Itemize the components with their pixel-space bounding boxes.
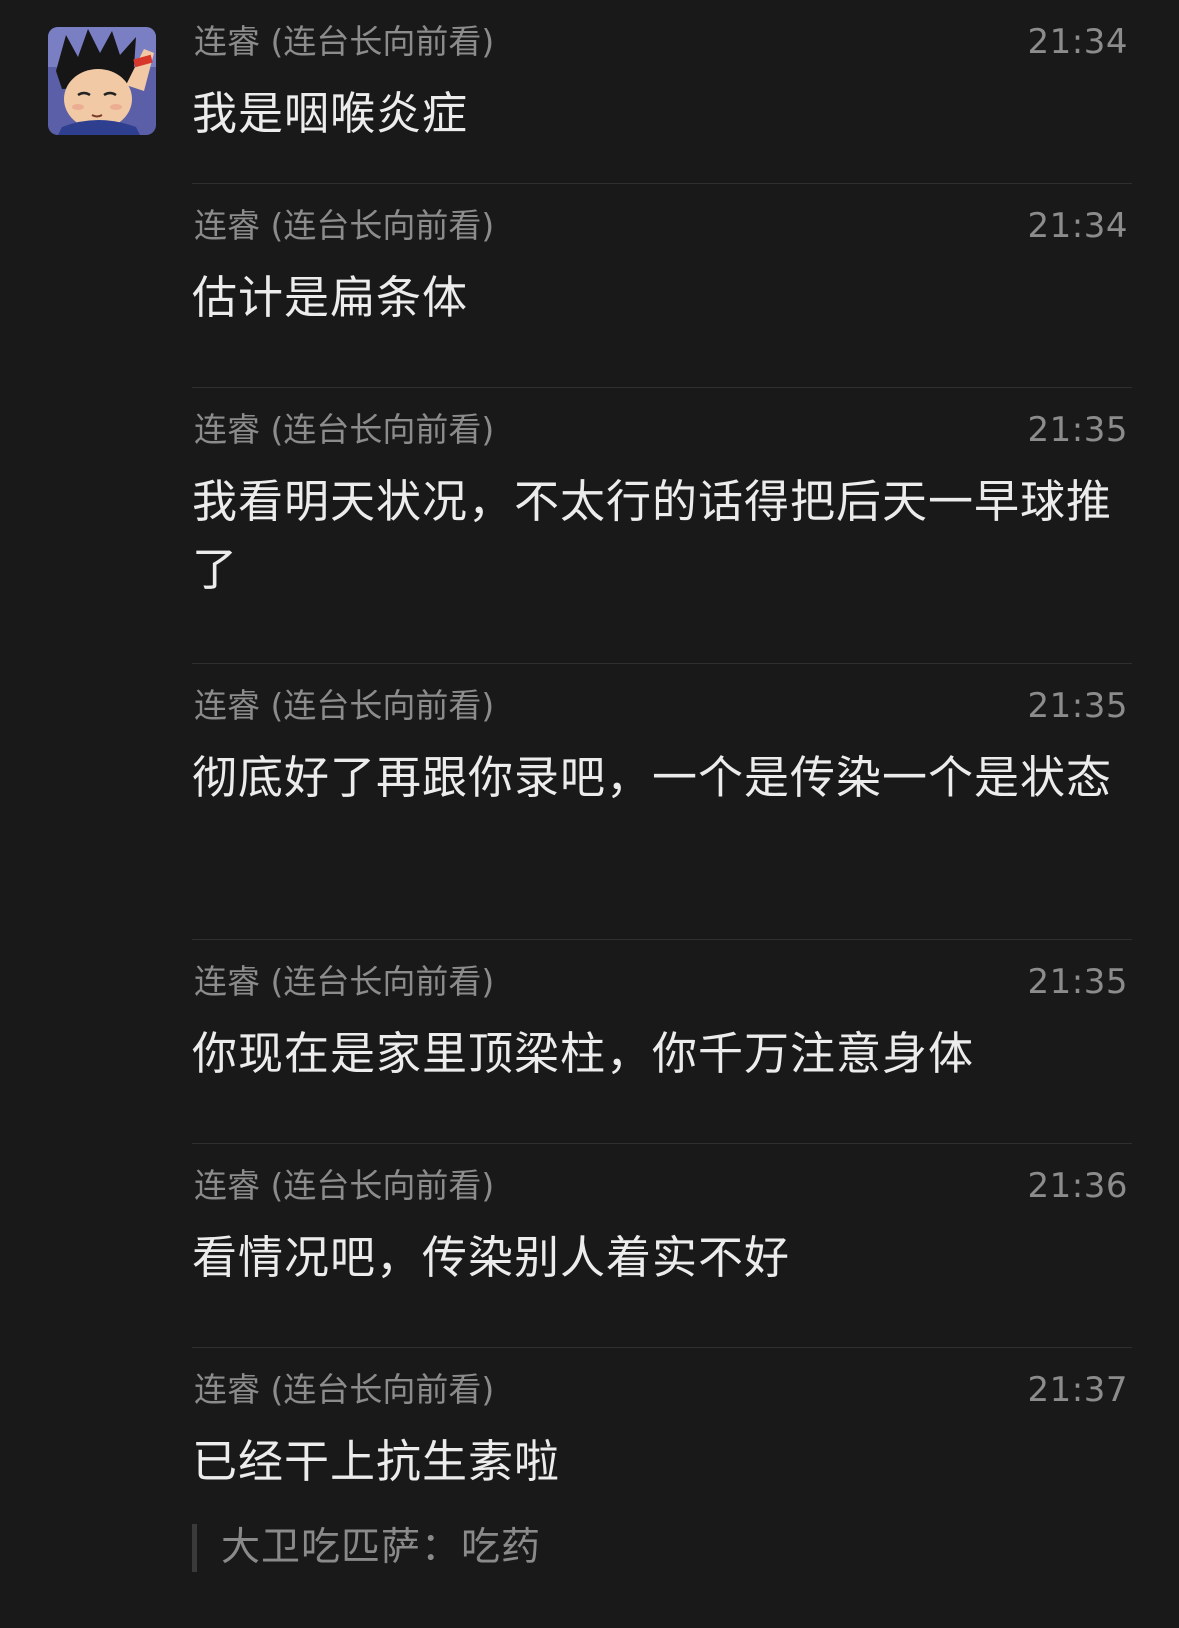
message-sender-name: 连睿 (连台长向前看) (194, 686, 495, 725)
message-timestamp: 21:37 (1027, 1370, 1128, 1410)
message-item[interactable]: 连睿 (连台长向前看) 21:35 你现在是家里顶梁柱，你千万注意身体 (192, 940, 1132, 1144)
message-text: 彻底好了再跟你录吧，一个是传染一个是状态 (192, 751, 1113, 804)
message-text: 你现在是家里顶梁柱，你千万注意身体 (192, 1027, 975, 1080)
message-item[interactable]: 连睿 (连台长向前看) 21:34 估计是扁条体 (192, 184, 1132, 388)
message-sender-name: 连睿 (连台长向前看) (194, 1370, 495, 1409)
message-text: 已经干上抗生素啦 (192, 1435, 561, 1488)
message-timestamp: 21:34 (1027, 206, 1128, 246)
message-timestamp: 21:36 (1027, 1166, 1128, 1206)
message-timestamp: 21:35 (1027, 962, 1128, 1002)
sender-avatar-icon[interactable] (48, 27, 156, 135)
message-sender-name: 连睿 (连台长向前看) (194, 206, 495, 245)
quoted-reply[interactable]: 大卫吃匹萨：吃药 (192, 1524, 541, 1572)
message-sender-name: 连睿 (连台长向前看) (194, 22, 495, 61)
message-item[interactable]: 连睿 (连台长向前看) 21:36 看情况吧，传染别人着实不好 (192, 1144, 1132, 1348)
message-item[interactable]: 连睿 (连台长向前看) 21:35 彻底好了再跟你录吧，一个是传染一个是状态 (192, 664, 1132, 940)
message-sender-name: 连睿 (连台长向前看) (194, 1166, 495, 1205)
message-text: 看情况吧，传染别人着实不好 (192, 1231, 791, 1284)
message-timestamp: 21:35 (1027, 686, 1128, 726)
message-text: 我是咽喉炎症 (192, 87, 469, 140)
message-timestamp: 21:35 (1027, 410, 1128, 450)
message-sender-name: 连睿 (连台长向前看) (194, 962, 495, 1001)
message-timestamp: 21:34 (1027, 22, 1128, 62)
message-list: 连睿 (连台长向前看) 21:34 我是咽喉炎症 连睿 (连台长向前看) 21:… (192, 0, 1132, 1628)
message-item[interactable]: 连睿 (连台长向前看) 21:35 我看明天状况，不太行的话得把后天一早球推了 (192, 388, 1132, 664)
message-text: 我看明天状况，不太行的话得把后天一早球推了 (192, 475, 1113, 596)
message-sender-name: 连睿 (连台长向前看) (194, 410, 495, 449)
message-item[interactable]: 连睿 (连台长向前看) 21:37 已经干上抗生素啦 大卫吃匹萨：吃药 (192, 1348, 1132, 1628)
message-item[interactable]: 连睿 (连台长向前看) 21:34 我是咽喉炎症 (192, 0, 1132, 184)
message-text: 估计是扁条体 (192, 271, 469, 324)
